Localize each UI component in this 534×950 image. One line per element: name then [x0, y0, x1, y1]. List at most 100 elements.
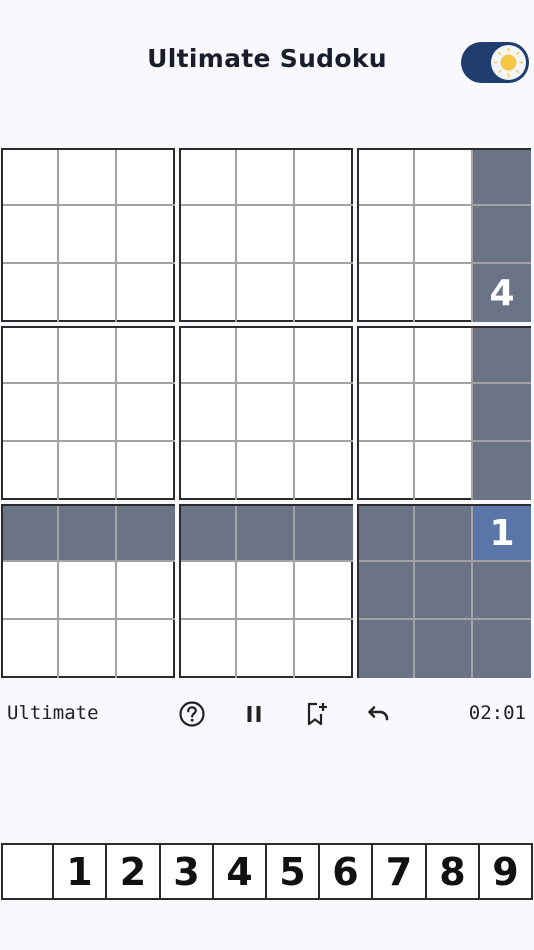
- sudoku-cell[interactable]: [181, 384, 237, 442]
- sudoku-cell[interactable]: [359, 384, 415, 442]
- sudoku-box: 1: [357, 504, 531, 678]
- sudoku-cell[interactable]: [473, 384, 531, 442]
- sudoku-cell[interactable]: 1: [473, 506, 531, 562]
- sudoku-cell[interactable]: [415, 150, 473, 206]
- sudoku-cell[interactable]: [3, 206, 59, 264]
- sudoku-cell[interactable]: [117, 562, 175, 620]
- sudoku-cell[interactable]: [415, 506, 473, 562]
- number-key-3[interactable]: 3: [159, 843, 214, 900]
- sudoku-cell[interactable]: [59, 264, 117, 322]
- sudoku-cell[interactable]: [117, 150, 175, 206]
- number-key-7[interactable]: 7: [371, 843, 427, 900]
- sudoku-cell[interactable]: [359, 264, 415, 322]
- help-button[interactable]: [174, 696, 210, 732]
- sudoku-cell[interactable]: [295, 150, 353, 206]
- sudoku-cell[interactable]: [295, 264, 353, 322]
- sudoku-cell[interactable]: [473, 442, 531, 500]
- sudoku-cell[interactable]: [117, 384, 175, 442]
- sudoku-cell[interactable]: [359, 620, 415, 678]
- sudoku-cell[interactable]: [237, 150, 295, 206]
- sudoku-cell[interactable]: [237, 442, 295, 500]
- sudoku-cell[interactable]: [3, 264, 59, 322]
- sudoku-cell[interactable]: [295, 442, 353, 500]
- sudoku-cell[interactable]: [3, 384, 59, 442]
- sudoku-cell[interactable]: [181, 206, 237, 264]
- sudoku-cell[interactable]: [3, 442, 59, 500]
- sudoku-cell[interactable]: [59, 442, 117, 500]
- sudoku-cell[interactable]: [181, 264, 237, 322]
- sudoku-cell[interactable]: [59, 384, 117, 442]
- game-toolbar: Ultimate 02:01: [0, 694, 534, 734]
- sudoku-cell[interactable]: [3, 328, 59, 384]
- sudoku-cell[interactable]: [295, 384, 353, 442]
- sudoku-cell[interactable]: [415, 384, 473, 442]
- sudoku-cell[interactable]: [415, 442, 473, 500]
- sudoku-cell[interactable]: [59, 562, 117, 620]
- sudoku-cell[interactable]: [3, 562, 59, 620]
- sudoku-cell[interactable]: [473, 150, 531, 206]
- sudoku-cell[interactable]: [3, 506, 59, 562]
- sudoku-cell[interactable]: [3, 620, 59, 678]
- erase-key[interactable]: [1, 843, 54, 900]
- sudoku-cell[interactable]: [59, 328, 117, 384]
- sudoku-cell[interactable]: [295, 620, 353, 678]
- sudoku-cell[interactable]: [237, 328, 295, 384]
- sudoku-cell[interactable]: [295, 206, 353, 264]
- undo-button[interactable]: [359, 696, 395, 732]
- number-key-6[interactable]: 6: [318, 843, 373, 900]
- sudoku-box: [1, 148, 175, 322]
- sudoku-cell[interactable]: [117, 442, 175, 500]
- sudoku-cell[interactable]: [359, 206, 415, 264]
- sudoku-cell[interactable]: [359, 506, 415, 562]
- sudoku-cell[interactable]: [295, 506, 353, 562]
- sudoku-cell[interactable]: [59, 206, 117, 264]
- sudoku-cell[interactable]: [237, 264, 295, 322]
- number-key-5[interactable]: 5: [265, 843, 320, 900]
- sudoku-cell[interactable]: [59, 620, 117, 678]
- theme-toggle[interactable]: [461, 42, 529, 83]
- sudoku-cell[interactable]: [59, 506, 117, 562]
- sudoku-cell[interactable]: [415, 620, 473, 678]
- sudoku-cell[interactable]: [359, 442, 415, 500]
- sudoku-cell[interactable]: [181, 506, 237, 562]
- sudoku-cell[interactable]: [117, 328, 175, 384]
- sudoku-cell[interactable]: [181, 620, 237, 678]
- sudoku-box: [179, 326, 353, 500]
- sudoku-cell[interactable]: [237, 562, 295, 620]
- sudoku-cell[interactable]: [359, 150, 415, 206]
- sudoku-cell[interactable]: [237, 506, 295, 562]
- sudoku-cell[interactable]: [415, 206, 473, 264]
- number-key-2[interactable]: 2: [105, 843, 161, 900]
- number-key-4[interactable]: 4: [212, 843, 267, 900]
- sudoku-cell[interactable]: [415, 264, 473, 322]
- sudoku-cell[interactable]: [295, 562, 353, 620]
- sudoku-cell[interactable]: [237, 620, 295, 678]
- sudoku-cell[interactable]: [3, 150, 59, 206]
- sudoku-cell[interactable]: [117, 264, 175, 322]
- sudoku-cell[interactable]: [237, 206, 295, 264]
- sudoku-cell[interactable]: [181, 328, 237, 384]
- sudoku-cell[interactable]: [117, 506, 175, 562]
- sudoku-cell[interactable]: [181, 562, 237, 620]
- sudoku-cell[interactable]: 4: [473, 264, 531, 322]
- sudoku-cell[interactable]: [415, 562, 473, 620]
- sudoku-cell[interactable]: [295, 328, 353, 384]
- number-key-9[interactable]: 9: [478, 843, 533, 900]
- bookmark-button[interactable]: [298, 696, 334, 732]
- sudoku-cell[interactable]: [473, 562, 531, 620]
- sudoku-cell[interactable]: [359, 328, 415, 384]
- sudoku-cell[interactable]: [415, 328, 473, 384]
- sudoku-cell[interactable]: [59, 150, 117, 206]
- sudoku-cell[interactable]: [473, 620, 531, 678]
- sudoku-cell[interactable]: [473, 328, 531, 384]
- number-key-8[interactable]: 8: [425, 843, 480, 900]
- number-key-1[interactable]: 1: [52, 843, 107, 900]
- sudoku-cell[interactable]: [117, 206, 175, 264]
- sudoku-cell[interactable]: [117, 620, 175, 678]
- sudoku-cell[interactable]: [473, 206, 531, 264]
- sudoku-cell[interactable]: [359, 562, 415, 620]
- pause-button[interactable]: [236, 696, 272, 732]
- sudoku-cell[interactable]: [181, 150, 237, 206]
- sudoku-cell[interactable]: [237, 384, 295, 442]
- sudoku-cell[interactable]: [181, 442, 237, 500]
